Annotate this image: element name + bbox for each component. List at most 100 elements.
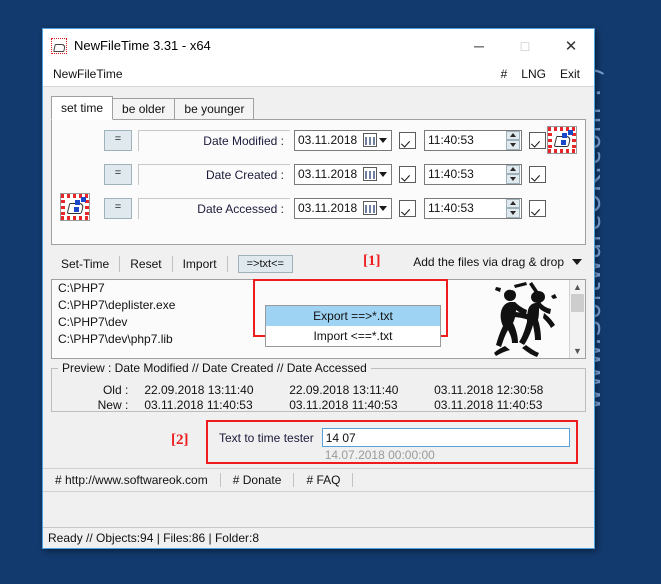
menu-item-export-txt[interactable]: Export ==>*.txt xyxy=(266,306,440,326)
date-value-modified: 03.11.2018 xyxy=(298,133,358,147)
set-time-panel: = Date Modified : 03.11.2018 11:40:53 = … xyxy=(51,119,586,245)
time-picker-created[interactable]: 11:40:53 xyxy=(424,163,522,185)
annotation-marker-1: [1] xyxy=(363,253,381,269)
link-donate[interactable]: # Donate xyxy=(233,473,294,487)
apply-accessed-icon[interactable] xyxy=(60,193,92,223)
scroll-down-arrow-icon[interactable]: ▼ xyxy=(570,344,585,358)
links-bar: # http://www.softwareok.com # Donate # F… xyxy=(43,468,594,492)
preview-old-created: 22.09.2018 13:11:40 xyxy=(289,383,399,397)
link-website[interactable]: # http://www.softwareok.com xyxy=(55,473,220,487)
menu-item-lng[interactable]: LNG xyxy=(521,67,546,81)
toolbar-separator xyxy=(226,256,228,272)
maximize-button[interactable]: □ xyxy=(502,30,548,62)
date-picker-modified[interactable]: 03.11.2018 xyxy=(294,129,392,151)
application-window: NewFileTime 3.31 - x64 ─ □ ✕ NewFileTime… xyxy=(42,28,595,549)
preview-group: Preview : Date Modified // Date Created … xyxy=(51,361,586,413)
preview-new-modified: 03.11.2018 11:40:53 xyxy=(144,398,253,412)
preview-table: Old : 22.09.2018 13:11:40 22.09.2018 13:… xyxy=(58,383,579,413)
table-row: Old : 22.09.2018 13:11:40 22.09.2018 13:… xyxy=(58,383,579,398)
label-date-created: Date Created : xyxy=(138,163,290,185)
date-picker-accessed[interactable]: 03.11.2018 xyxy=(294,197,392,219)
checkbox-time-created[interactable] xyxy=(529,165,546,183)
equalize-button-created[interactable]: = xyxy=(104,163,132,185)
time-value-accessed: 11:40:53 xyxy=(428,201,474,215)
date-row-accessed: = Date Accessed : 03.11.2018 11:40:53 xyxy=(52,193,585,223)
txt-dropdown-menu[interactable]: Export ==>*.txt Import <==*.txt xyxy=(265,305,441,347)
apply-all-icon[interactable] xyxy=(547,126,577,154)
preview-old-modified: 22.09.2018 13:11:40 xyxy=(144,383,254,397)
tester-result: 14.07.2018 00:00:00 xyxy=(324,448,435,462)
menu-item-exit[interactable]: Exit xyxy=(560,67,580,81)
table-row: New : 03.11.2018 11:40:53 03.11.2018 11:… xyxy=(58,398,579,413)
app-icon xyxy=(51,37,67,54)
tester-input[interactable] xyxy=(321,428,570,447)
checkbox-date-modified[interactable] xyxy=(399,131,416,149)
date-value-created: 03.11.2018 xyxy=(298,167,358,181)
time-stepper-created[interactable] xyxy=(506,164,520,184)
time-stepper-modified[interactable] xyxy=(506,130,520,150)
tab-be-older[interactable]: be older xyxy=(112,98,176,119)
set-time-button[interactable]: Set-Time xyxy=(51,252,119,276)
link-separator xyxy=(219,473,221,487)
drag-drop-label: Add the files via drag & drop xyxy=(413,255,564,269)
equalize-button-modified[interactable]: = xyxy=(104,129,132,151)
action-toolbar: Set-Time Reset Import =>txt<= [1] Add th… xyxy=(51,251,586,277)
preview-row-label-new: New : xyxy=(97,398,129,412)
tester-label: Text to time tester xyxy=(219,431,314,445)
equalize-button-accessed[interactable]: = xyxy=(104,197,132,219)
close-button[interactable]: ✕ xyxy=(548,30,594,62)
text-to-time-tester: Text to time tester 14.07.2018 00:00:00 xyxy=(219,428,570,462)
tab-strip: set time be older be younger xyxy=(51,96,586,120)
menu-item-hash[interactable]: # xyxy=(501,67,508,81)
calendar-icon xyxy=(363,167,377,181)
reset-button[interactable]: Reset xyxy=(120,252,171,276)
preview-new-accessed: 03.11.2018 11:40:53 xyxy=(434,398,543,412)
window-title: NewFileTime 3.31 - x64 xyxy=(74,38,211,53)
checkbox-date-created[interactable] xyxy=(399,165,416,183)
link-faq[interactable]: # FAQ xyxy=(306,473,352,487)
menu-item-newfiletime[interactable]: NewFileTime xyxy=(53,67,487,81)
import-button[interactable]: Import xyxy=(173,252,227,276)
client-area: set time be older be younger = Date Modi… xyxy=(43,87,594,492)
date-value-accessed: 03.11.2018 xyxy=(298,201,358,215)
date-row-created: = Date Created : 03.11.2018 11:40:53 xyxy=(52,160,585,188)
title-bar: NewFileTime 3.31 - x64 ─ □ ✕ xyxy=(43,29,594,62)
scroll-up-arrow-icon[interactable]: ▲ xyxy=(570,280,585,294)
tester-area: [2] Text to time tester 14.07.2018 00:00… xyxy=(51,418,586,466)
checkbox-time-modified[interactable] xyxy=(529,131,546,149)
label-date-modified: Date Modified : xyxy=(138,129,290,151)
tab-set-time[interactable]: set time xyxy=(51,96,114,120)
chevron-down-icon[interactable] xyxy=(379,205,387,211)
minimize-button[interactable]: ─ xyxy=(456,30,502,62)
annotation-marker-2: [2] xyxy=(171,432,189,448)
chevron-down-icon[interactable] xyxy=(379,137,387,143)
label-date-accessed: Date Accessed : xyxy=(138,197,290,219)
calendar-icon xyxy=(363,133,377,147)
tab-be-younger[interactable]: be younger xyxy=(174,98,255,119)
link-separator xyxy=(293,473,295,487)
drag-drop-dropdown[interactable]: Add the files via drag & drop xyxy=(413,255,582,269)
link-separator xyxy=(352,473,354,487)
preview-row-label-old: Old : xyxy=(102,383,129,397)
menu-bar: NewFileTime # LNG Exit xyxy=(43,62,594,87)
calendar-icon xyxy=(363,201,377,215)
file-list-scrollbar[interactable]: ▲ ▼ xyxy=(569,280,585,358)
dancing-couple-illustration xyxy=(494,282,557,357)
status-text: Ready // Objects:94 | Files:86 | Folder:… xyxy=(48,531,259,545)
time-picker-modified[interactable]: 11:40:53 xyxy=(424,129,522,151)
preview-legend: Preview : Date Modified // Date Created … xyxy=(58,361,371,375)
tester-field-wrap: 14.07.2018 00:00:00 xyxy=(321,428,570,462)
date-row-modified: = Date Modified : 03.11.2018 11:40:53 xyxy=(52,126,585,154)
chevron-down-icon xyxy=(572,259,582,265)
chevron-down-icon[interactable] xyxy=(379,171,387,177)
menu-item-import-txt[interactable]: Import <==*.txt xyxy=(266,326,440,346)
time-value-created: 11:40:53 xyxy=(428,167,474,181)
checkbox-date-accessed[interactable] xyxy=(399,199,416,217)
checkbox-time-accessed[interactable] xyxy=(529,199,546,217)
date-picker-created[interactable]: 03.11.2018 xyxy=(294,163,392,185)
time-picker-accessed[interactable]: 11:40:53 xyxy=(424,197,522,219)
txt-export-import-button[interactable]: =>txt<= xyxy=(237,255,293,273)
time-stepper-accessed[interactable] xyxy=(506,198,520,218)
scrollbar-thumb[interactable] xyxy=(571,294,584,312)
status-bar: Ready // Objects:94 | Files:86 | Folder:… xyxy=(43,527,594,548)
